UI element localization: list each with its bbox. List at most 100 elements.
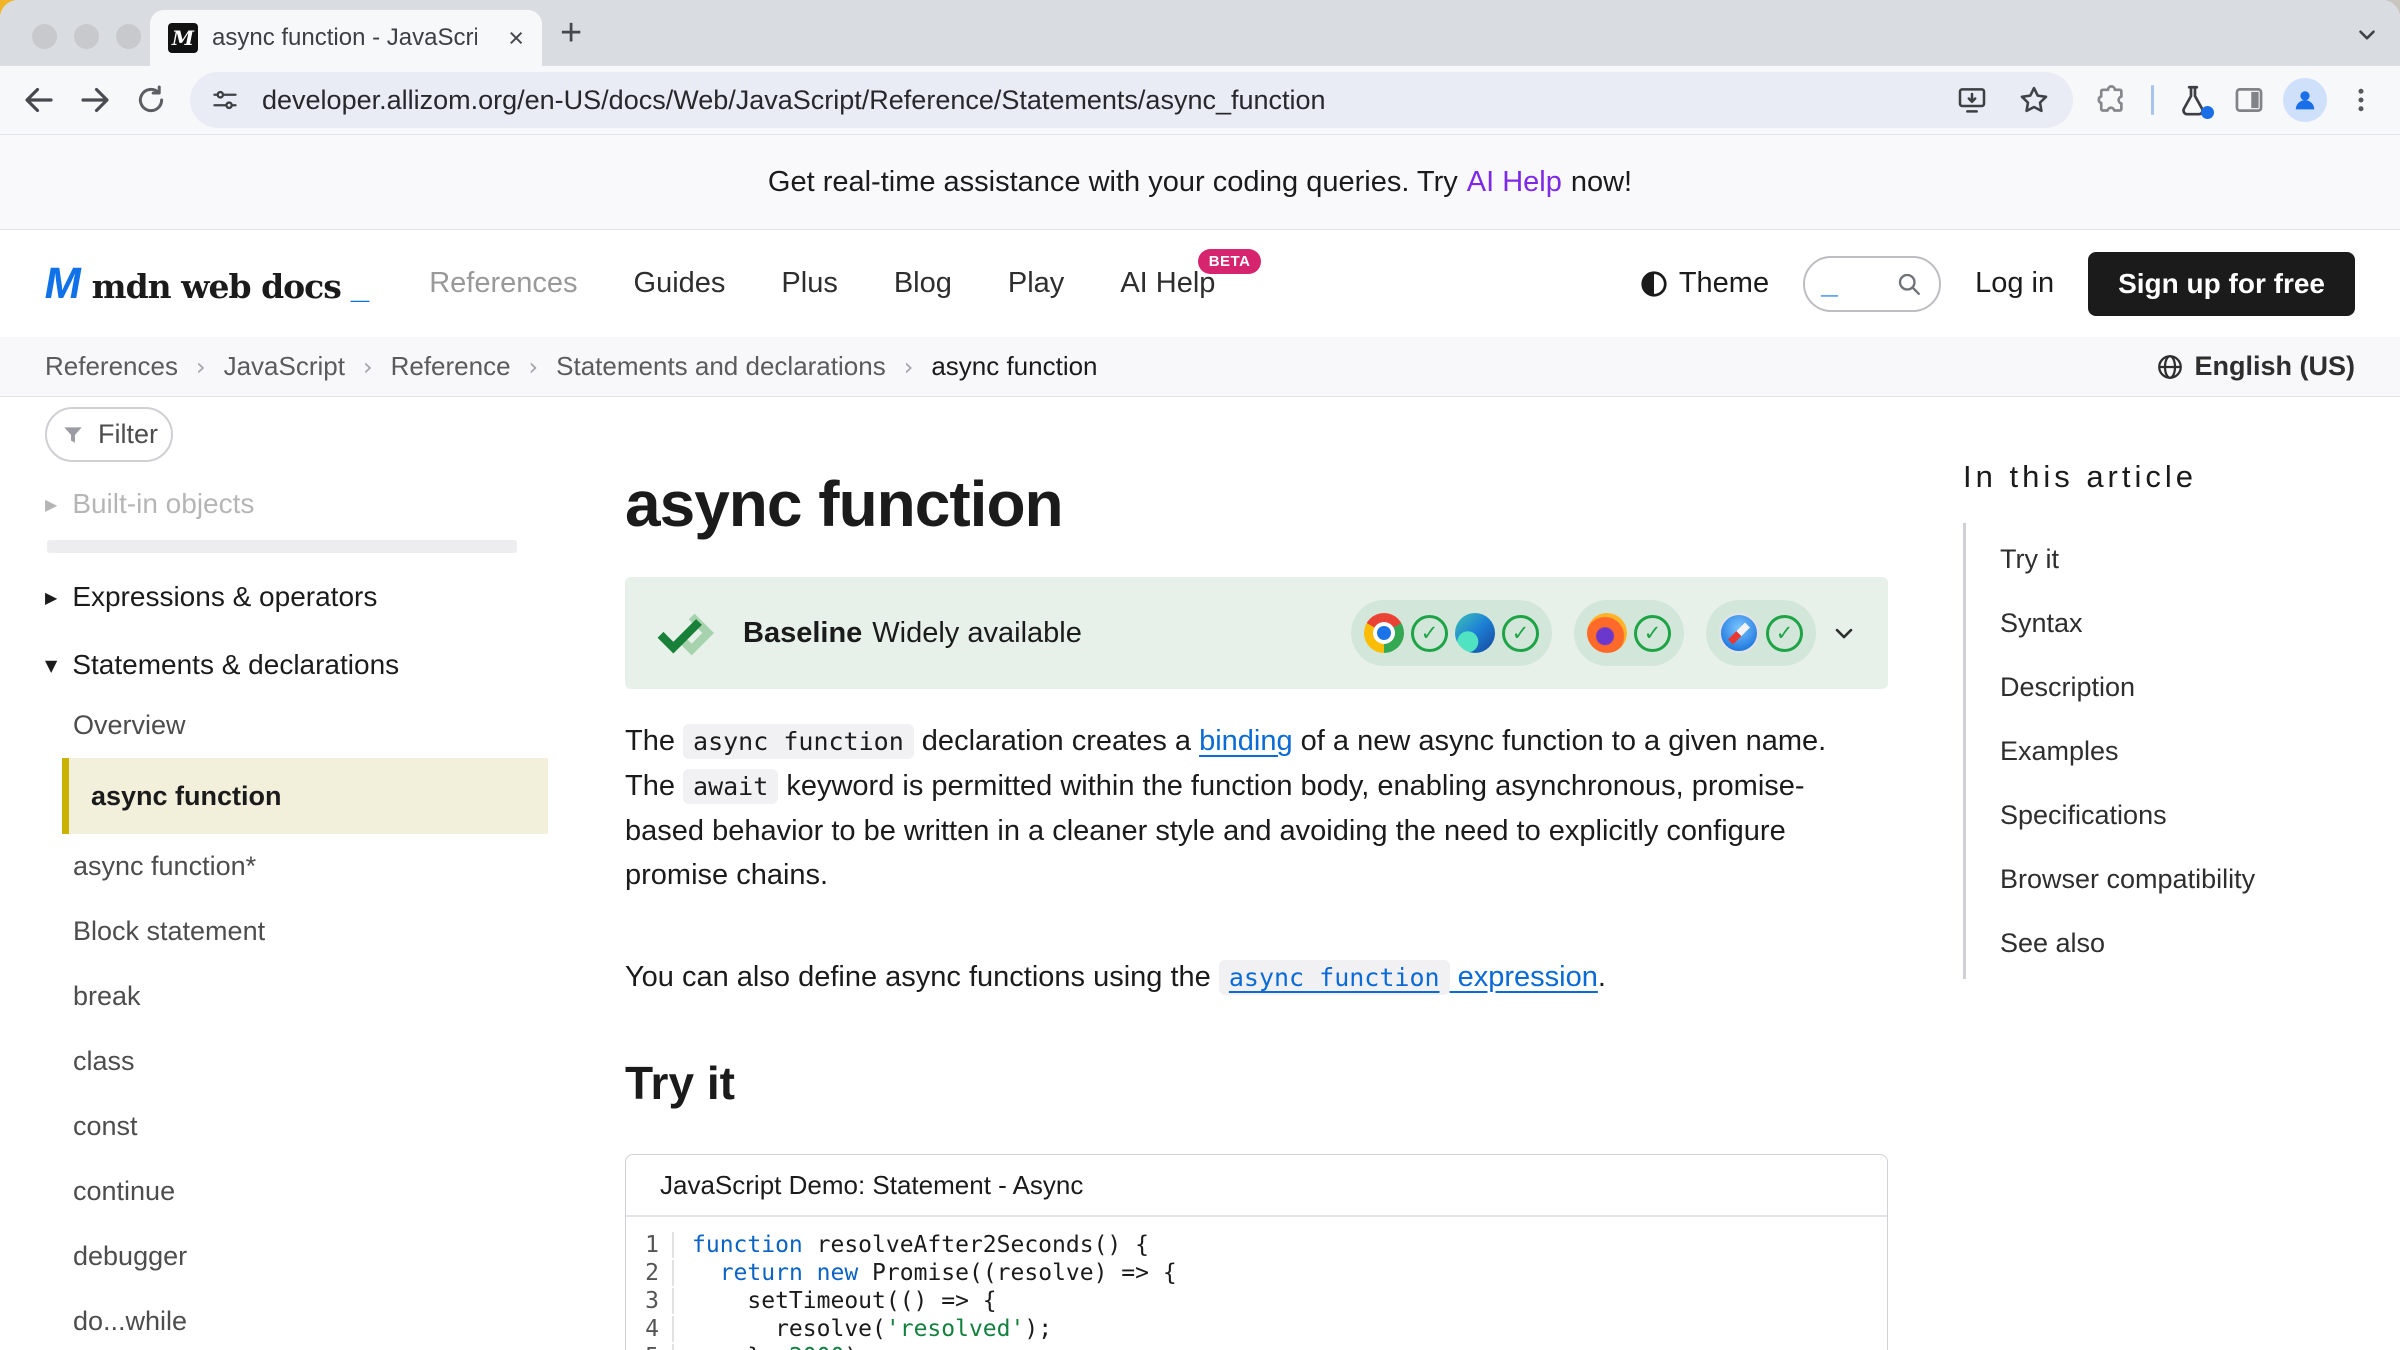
sidebar-list: ▶Built-in objects ▶Expressions & operator… bbox=[45, 476, 565, 1350]
experiment-beaker-icon[interactable] bbox=[2168, 75, 2218, 125]
tab-search-chevron-icon[interactable] bbox=[2354, 22, 2380, 48]
nav-item-ai-help[interactable]: AI HelpBETA bbox=[1120, 267, 1215, 300]
mdn-favicon: M bbox=[168, 23, 198, 53]
locale-switcher[interactable]: English (US) bbox=[2155, 351, 2356, 382]
search-input[interactable]: _ bbox=[1803, 256, 1941, 312]
code-token: ); bbox=[844, 1344, 872, 1350]
theme-toggle[interactable]: Theme bbox=[1639, 267, 1769, 300]
toc-heading: In this article bbox=[1963, 459, 2393, 495]
login-link[interactable]: Log in bbox=[1975, 267, 2054, 300]
nav-item-plus[interactable]: Plus bbox=[781, 267, 837, 300]
url-text[interactable]: developer.allizom.org/en-US/docs/Web/Jav… bbox=[262, 85, 1935, 116]
sidebar-item-do-while[interactable]: do...while bbox=[45, 1289, 565, 1350]
code-token: resolve( bbox=[692, 1316, 886, 1342]
code-line[interactable]: 4 resolve('resolved'); bbox=[626, 1315, 1887, 1343]
menu-dots-icon[interactable] bbox=[2336, 75, 2386, 125]
baseline-logo-icon bbox=[655, 609, 721, 657]
nav-item-play[interactable]: Play bbox=[1008, 267, 1064, 300]
bookmark-star-icon[interactable] bbox=[2009, 75, 2059, 125]
breadcrumb-item-references[interactable]: References bbox=[45, 351, 178, 382]
code-token: 2000 bbox=[789, 1344, 844, 1350]
code-content: }, 2000); bbox=[672, 1344, 872, 1350]
forward-icon[interactable] bbox=[70, 75, 120, 125]
toc-item-syntax[interactable]: Syntax bbox=[1966, 591, 2393, 655]
demo-title: JavaScript Demo: Statement - Async bbox=[626, 1155, 1887, 1217]
reload-icon[interactable] bbox=[126, 75, 176, 125]
inline-link-expression[interactable]: expression bbox=[1450, 961, 1598, 993]
nav-item-guides[interactable]: Guides bbox=[634, 267, 726, 300]
code-line[interactable]: 3 setTimeout(() => { bbox=[626, 1287, 1887, 1315]
window-close-button[interactable] bbox=[32, 24, 57, 49]
browser-tab[interactable]: M async function - JavaScript | × bbox=[150, 10, 542, 66]
install-app-icon[interactable] bbox=[1947, 75, 1997, 125]
content: Filter ▶Built-in objects ▶Expressions & o… bbox=[0, 397, 2400, 1350]
inline-code-link-async-function[interactable]: async function bbox=[1219, 961, 1450, 993]
sidebar-item-break[interactable]: break bbox=[45, 964, 565, 1029]
demo-code-editor[interactable]: 1function resolveAfter2Seconds() {2 retu… bbox=[626, 1217, 1887, 1350]
code-token bbox=[692, 1260, 720, 1286]
toc-item-browser-compatibility[interactable]: Browser compatibility bbox=[1966, 847, 2393, 911]
baseline-chevron-down-icon[interactable] bbox=[1830, 619, 1858, 647]
code-line[interactable]: 5 }, 2000); bbox=[626, 1343, 1887, 1350]
header-actions: Theme _ Log in Sign up for free bbox=[1639, 252, 2355, 316]
sidebar-item-async-function[interactable]: async function* bbox=[45, 834, 565, 899]
tab-close-icon[interactable]: × bbox=[508, 25, 524, 52]
code-line[interactable]: 1function resolveAfter2Seconds() { bbox=[626, 1231, 1887, 1259]
breadcrumb-separator: › bbox=[363, 353, 373, 381]
sidebar-item-label: break bbox=[73, 981, 141, 1012]
toc-item-description[interactable]: Description bbox=[1966, 655, 2393, 719]
sidebar-item-label: Overview bbox=[73, 710, 186, 741]
window-minimize-button[interactable] bbox=[74, 24, 99, 49]
sidebar-item-async-function[interactable]: async function bbox=[62, 758, 548, 834]
funnel-icon bbox=[60, 422, 86, 448]
breadcrumb-items: References › JavaScript › Reference › Statemen… bbox=[45, 351, 1098, 382]
sidebar-item-class[interactable]: class bbox=[45, 1029, 565, 1094]
sidebar-item-const[interactable]: const bbox=[45, 1094, 565, 1159]
breadcrumb-item-reference[interactable]: Reference bbox=[391, 351, 511, 382]
tryit-heading: Try it bbox=[625, 1056, 1888, 1110]
back-icon[interactable] bbox=[14, 75, 64, 125]
breadcrumb-item-javascript[interactable]: JavaScript bbox=[224, 351, 345, 382]
new-tab-button[interactable]: + bbox=[560, 14, 582, 52]
nav-item-blog[interactable]: Blog bbox=[894, 267, 952, 300]
sidebar-group-statements-declarations[interactable]: ▼Statements & declarations bbox=[45, 637, 565, 693]
ai-help-link[interactable]: AI Help bbox=[1467, 166, 1562, 199]
toc-item-try-it[interactable]: Try it bbox=[1966, 527, 2393, 591]
breadcrumb-separator: › bbox=[529, 353, 539, 381]
toc-item-specifications[interactable]: Specifications bbox=[1966, 783, 2393, 847]
baseline-banner[interactable]: Baseline Widely available ✓✓✓✓ bbox=[625, 577, 1888, 689]
article: async function Baseline Widely available… bbox=[625, 397, 1888, 1350]
code-token: }, bbox=[692, 1344, 789, 1350]
sidebar-group-label: Expressions & operators bbox=[72, 581, 377, 613]
toc-item-see-also[interactable]: See also bbox=[1966, 911, 2393, 975]
breadcrumb-separator: › bbox=[196, 353, 206, 381]
profile-avatar[interactable] bbox=[2280, 75, 2330, 125]
url-bar[interactable]: developer.allizom.org/en-US/docs/Web/Jav… bbox=[190, 72, 2073, 128]
nav-item-references[interactable]: References bbox=[429, 267, 577, 300]
side-panel-icon[interactable] bbox=[2224, 75, 2274, 125]
signup-button[interactable]: Sign up for free bbox=[2088, 252, 2355, 316]
globe-icon bbox=[2155, 352, 2185, 382]
code-line[interactable]: 2 return new Promise((resolve) => { bbox=[626, 1259, 1887, 1287]
nav-item-label: References bbox=[429, 267, 577, 299]
toc-item-examples[interactable]: Examples bbox=[1966, 719, 2393, 783]
site-settings-icon[interactable] bbox=[200, 75, 250, 125]
sidebar-group-label: Built-in objects bbox=[72, 488, 254, 520]
breadcrumb-item-statements-and-declarations[interactable]: Statements and declarations bbox=[556, 351, 886, 382]
sidebar-group-built-in-objects[interactable]: ▶Built-in objects bbox=[45, 476, 565, 532]
sidebar-item-continue[interactable]: continue bbox=[45, 1159, 565, 1224]
sidebar-item-label: continue bbox=[73, 1176, 175, 1207]
search-caret: _ bbox=[1821, 267, 1838, 301]
extensions-puzzle-icon[interactable] bbox=[2087, 75, 2137, 125]
mdn-logo-m-icon: M bbox=[41, 259, 86, 309]
inline-link-binding[interactable]: binding bbox=[1199, 725, 1293, 757]
sidebar-item-debugger[interactable]: debugger bbox=[45, 1224, 565, 1289]
sidebar-item-block-statement[interactable]: Block statement bbox=[45, 899, 565, 964]
breadcrumb-item-async-function[interactable]: async function bbox=[931, 351, 1097, 382]
sidebar-group-expressions-operators[interactable]: ▶Expressions & operators bbox=[45, 569, 565, 625]
filter-button[interactable]: Filter bbox=[45, 407, 173, 462]
mdn-logo[interactable]: M mdn web docs _ bbox=[45, 259, 369, 309]
sidebar-item-overview[interactable]: Overview bbox=[45, 693, 565, 758]
window-zoom-button[interactable] bbox=[116, 24, 141, 49]
theme-label: Theme bbox=[1679, 267, 1769, 300]
